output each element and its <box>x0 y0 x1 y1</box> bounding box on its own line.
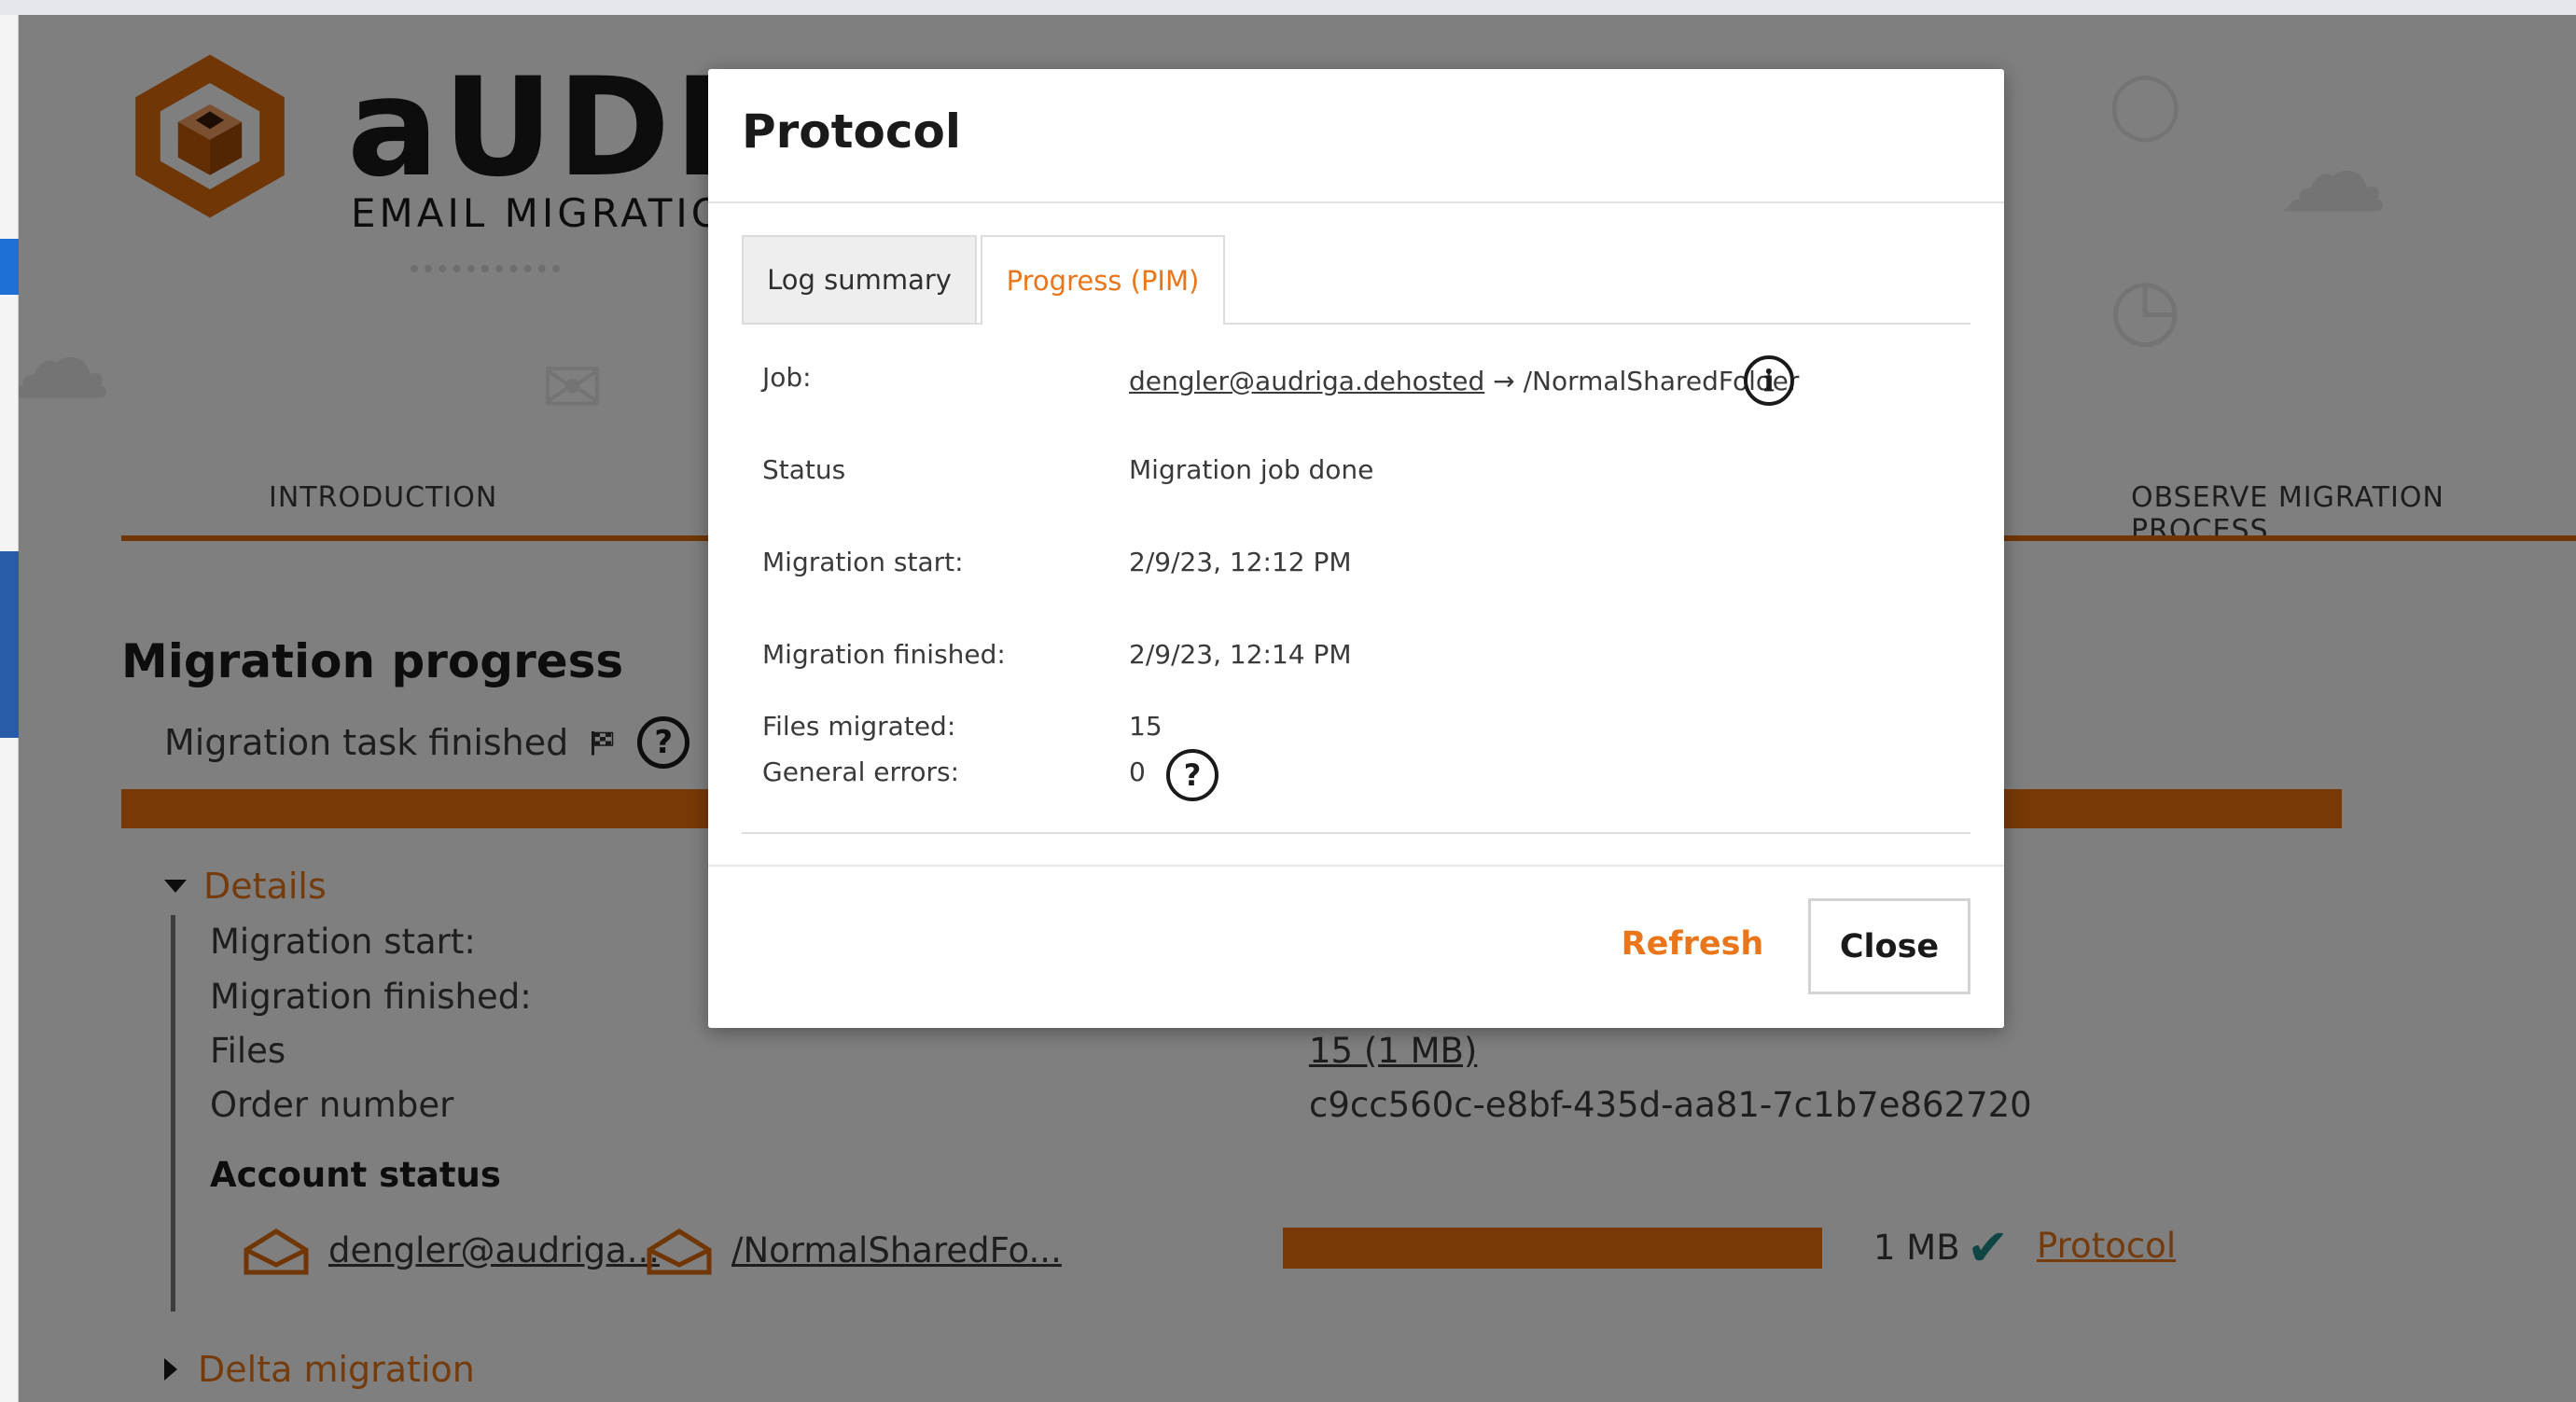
arrow-icon: → <box>1493 366 1515 396</box>
dialog-tabs: Log summary Progress (PIM) <box>742 235 1970 325</box>
dialog-title: Protocol <box>742 104 962 159</box>
start-label: Migration start: <box>762 547 964 577</box>
start-value: 2/9/23, 12:12 PM <box>1129 547 1352 577</box>
status-label: Status <box>762 454 846 485</box>
general-errors-label: General errors: <box>762 757 960 787</box>
protocol-dialog: Protocol Log summary Progress (PIM) Job:… <box>708 69 2004 1028</box>
files-migrated-value: 15 <box>1129 711 1163 742</box>
tab-log-summary[interactable]: Log summary <box>742 235 977 323</box>
general-errors-value: 0 <box>1129 757 1146 787</box>
close-button[interactable]: Close <box>1808 898 1970 994</box>
info-icon[interactable]: i <box>1744 355 1794 406</box>
footer-divider <box>708 865 2004 867</box>
finished-value: 2/9/23, 12:14 PM <box>1129 639 1352 670</box>
sliver-blue-panel <box>0 551 19 738</box>
job-value: dengler@audriga.dehosted → /NormalShared… <box>1129 366 1799 396</box>
job-source: dengler@audriga.dehosted <box>1129 366 1485 396</box>
help-icon[interactable]: ? <box>1166 749 1218 801</box>
status-value: Migration job done <box>1129 454 1374 485</box>
files-migrated-label: Files migrated: <box>762 711 956 742</box>
dialog-header: Protocol <box>708 69 2004 203</box>
job-label: Job: <box>762 362 812 393</box>
content-divider <box>742 832 1970 834</box>
finished-label: Migration finished: <box>762 639 1006 670</box>
tab-progress-pim[interactable]: Progress (PIM) <box>981 235 1225 325</box>
sliver-blue-block <box>0 239 19 295</box>
window-top-strip <box>0 0 2576 15</box>
refresh-button[interactable]: Refresh <box>1608 897 1776 991</box>
background-window-sliver <box>0 15 19 1402</box>
